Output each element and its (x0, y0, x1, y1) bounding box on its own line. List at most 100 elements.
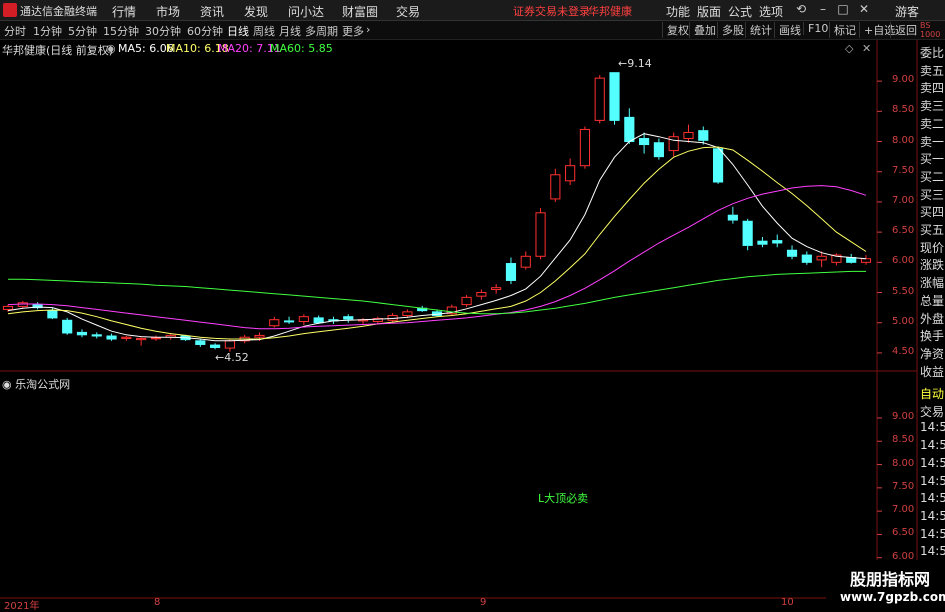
trade-label: 交易 (920, 404, 945, 419)
candle-body (150, 337, 162, 340)
title-bar: 通达信金融终端 行情 市场 资讯 发现 问小达 财富圈 交易 证券交易未登录 华… (0, 0, 945, 21)
price-tick-label: 6.00 (892, 255, 915, 267)
period-monthly[interactable]: 月线 (279, 23, 301, 39)
btn-adjust[interactable]: 复权 (662, 22, 689, 38)
period-intraday[interactable]: 分时 (4, 23, 26, 39)
indicator-toggle-icon[interactable]: ◉ (106, 42, 116, 55)
trade-label: 自动 (920, 387, 945, 401)
period-60min[interactable]: 60分钟 (187, 23, 223, 39)
candle (121, 336, 132, 341)
quote-field-label: 涨跌 (920, 258, 945, 273)
candle-body (91, 334, 102, 337)
signal-text: L大顶必卖 (538, 492, 589, 505)
quote-field-label: 外盘 (920, 311, 945, 326)
candle-body (136, 337, 147, 341)
candle-body (639, 138, 650, 146)
period-1min[interactable]: 1分钟 (33, 23, 62, 39)
ma-line-ma60 (8, 270, 866, 315)
price-tick-label: 9.00 (892, 74, 915, 86)
quote-field-label: 换手 (920, 329, 945, 344)
close-icon[interactable]: ✕ (857, 2, 871, 16)
level-1000: 1000 (920, 30, 941, 39)
refresh-icon[interactable]: ⟲ (794, 2, 808, 16)
sub-tick-label: 6.50 (892, 527, 915, 539)
kline-chart[interactable] (0, 40, 945, 609)
period-weekly[interactable]: 周线 (253, 23, 275, 39)
stock-title: 华邦健康(日线 前复权) (2, 44, 114, 57)
candle-body (683, 131, 694, 140)
candle (62, 317, 73, 335)
candle-body (505, 263, 517, 281)
menu-market-quote[interactable]: 行情 (112, 3, 136, 20)
period-5min[interactable]: 5分钟 (68, 23, 97, 39)
menu-layout[interactable]: 版面 (697, 3, 721, 20)
close-panel-icon[interactable]: ✕ (862, 42, 871, 55)
period-15min[interactable]: 15分钟 (103, 23, 139, 39)
candle (579, 126, 591, 169)
btn-f10[interactable]: F10 (803, 22, 828, 35)
period-toolbar: 分时 1分钟 5分钟 15分钟 30分钟 60分钟 日线 周线 月线 多周期 更… (0, 21, 945, 40)
period-daily[interactable]: 日线 (227, 23, 249, 39)
subchart-toggle-icon[interactable]: ◉ (2, 378, 12, 391)
menu-discover[interactable]: 发现 (244, 3, 268, 20)
menu-function[interactable]: 功能 (666, 3, 690, 20)
minimize-icon[interactable]: – (816, 2, 830, 16)
candle-body (609, 72, 620, 121)
candle-body (520, 255, 531, 268)
menu-market[interactable]: 市场 (156, 3, 180, 20)
maximize-icon[interactable]: □ (836, 2, 850, 16)
candle (343, 314, 354, 323)
candle (136, 337, 147, 346)
quote-field-label: 买四 (920, 205, 945, 220)
price-tick-label: 8.50 (892, 104, 915, 116)
price-tick-label: 4.50 (892, 345, 915, 357)
candle-body (76, 331, 88, 336)
watermark-box: 股朋指标网 www.7gpzb.com (826, 560, 945, 609)
menu-ask-xiaoda[interactable]: 问小达 (288, 3, 324, 20)
btn-draw-line[interactable]: 画线 (774, 22, 801, 38)
x-label-sep: 9 (480, 597, 487, 608)
btn-overlay[interactable]: 叠加 (689, 22, 716, 38)
menu-wealth-circle[interactable]: 财富圈 (342, 3, 378, 20)
candle (520, 251, 531, 270)
candle-body (224, 340, 235, 349)
trade-time-label: 14:56 (920, 438, 945, 453)
menu-trade[interactable]: 交易 (396, 3, 420, 20)
trade-login-notice[interactable]: 证券交易未登录 (513, 3, 590, 19)
candle-body (653, 142, 664, 158)
period-more[interactable]: 更多 (342, 23, 364, 39)
candle (165, 333, 176, 340)
user-guest[interactable]: 游客 (895, 3, 919, 20)
btn-statistics[interactable]: 统计 (745, 22, 772, 38)
trade-time-label: 14:56 (920, 526, 945, 541)
candle (683, 124, 694, 143)
candle (757, 236, 768, 248)
candle-body (565, 165, 576, 182)
trade-time-label: 14:56 (920, 455, 945, 470)
trade-time-label: 14:56 (920, 473, 945, 488)
settings-diamond-icon[interactable]: ◇ (845, 42, 853, 55)
menu-news[interactable]: 资讯 (200, 3, 224, 20)
candle (609, 72, 620, 125)
low-price-label: ←4.52 (215, 351, 249, 364)
watermark-url: www.7gpzb.com (840, 590, 945, 604)
period-more-chevron-icon[interactable]: › (366, 23, 370, 36)
btn-multi-stock[interactable]: 多股 (717, 22, 744, 38)
candle-body (195, 340, 206, 345)
trade-time-label: 14:56 (920, 491, 945, 506)
candle (535, 207, 546, 260)
btn-back[interactable]: 返回 (890, 22, 917, 38)
menu-options[interactable]: 选项 (759, 3, 783, 20)
candle-body (550, 174, 561, 200)
candle-body (62, 319, 73, 334)
candle-body (742, 220, 753, 246)
sub-chart-area (877, 417, 882, 582)
high-price-value: 9.14 (627, 57, 652, 70)
candle-body (579, 128, 591, 167)
period-30min[interactable]: 30分钟 (145, 23, 181, 39)
main-chart-area (2, 72, 882, 354)
btn-mark[interactable]: 标记 (829, 22, 856, 38)
candle (594, 75, 605, 124)
period-multi[interactable]: 多周期 (305, 23, 338, 39)
menu-formula[interactable]: 公式 (728, 3, 752, 20)
